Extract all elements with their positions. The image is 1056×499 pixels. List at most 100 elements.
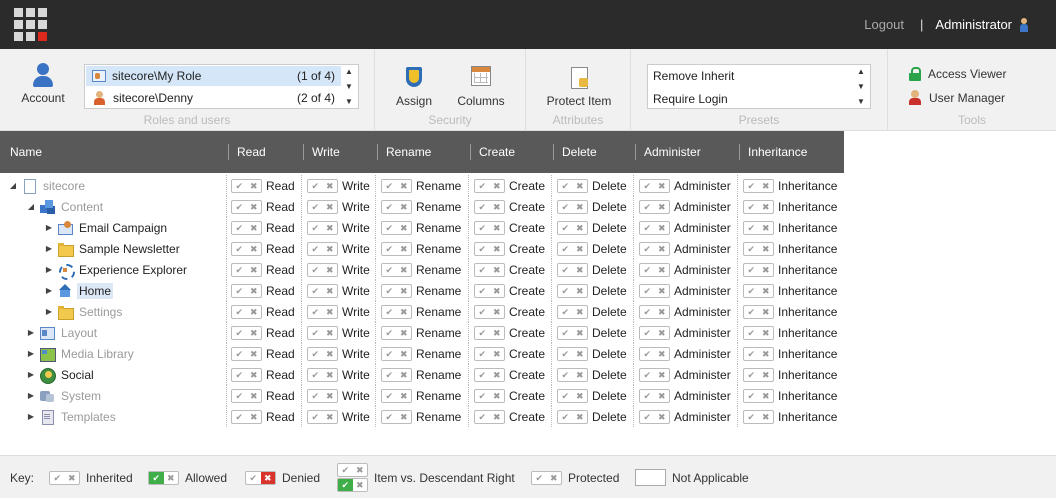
tree-node-label[interactable]: Sample Newsletter — [77, 241, 182, 257]
expand-arrow-icon[interactable]: ▶ — [26, 391, 36, 400]
allow-check-icon[interactable]: ✔ — [232, 348, 247, 360]
permission-toggle[interactable]: ✔ ✖ — [557, 220, 588, 235]
user-item[interactable]: sitecore\Denny (2 of 4) — [86, 88, 341, 108]
deny-cross-icon[interactable]: ✖ — [655, 327, 670, 339]
deny-cross-icon[interactable]: ✖ — [247, 243, 262, 255]
deny-cross-icon[interactable]: ✖ — [655, 180, 670, 192]
allow-check-icon[interactable]: ✔ — [744, 411, 759, 423]
deny-cross-icon[interactable]: ✖ — [247, 285, 262, 297]
allow-check-icon[interactable]: ✔ — [558, 285, 573, 297]
permission-toggle[interactable]: ✔ ✖ — [474, 325, 505, 340]
allow-check-icon[interactable]: ✔ — [640, 285, 655, 297]
permission-toggle[interactable]: ✔ ✖ — [557, 199, 588, 214]
allow-check-icon[interactable]: ✔ — [382, 180, 397, 192]
allow-check-icon[interactable]: ✔ — [308, 411, 323, 423]
allow-check-icon[interactable]: ✔ — [232, 243, 247, 255]
expand-arrow-icon[interactable]: ▶ — [44, 307, 54, 316]
permission-toggle[interactable]: ✔ ✖ — [557, 409, 588, 424]
permission-toggle[interactable]: ✔ ✖ — [639, 388, 670, 403]
permission-toggle[interactable]: ✔ ✖ — [743, 367, 774, 382]
permission-toggle[interactable]: ✔ ✖ — [231, 325, 262, 340]
deny-cross-icon[interactable]: ✖ — [490, 411, 505, 423]
deny-cross-icon[interactable]: ✖ — [490, 222, 505, 234]
permission-toggle[interactable]: ✔ ✖ — [639, 199, 670, 214]
presets-scroll[interactable]: ▲ ▼ ▼ — [852, 65, 870, 108]
permission-toggle[interactable]: ✔ ✖ — [231, 346, 262, 361]
presets-list[interactable]: Remove Inherit Require Login ▲ ▼ ▼ — [647, 64, 871, 109]
allow-check-icon[interactable]: ✔ — [558, 180, 573, 192]
header-write[interactable]: Write — [303, 144, 340, 160]
permission-toggle[interactable]: ✔ ✖ — [381, 262, 412, 277]
allow-check-icon[interactable]: ✔ — [744, 369, 759, 381]
permission-toggle[interactable]: ✔ ✖ — [743, 325, 774, 340]
permission-toggle[interactable]: ✔ ✖ — [743, 199, 774, 214]
allow-check-icon[interactable]: ✔ — [308, 264, 323, 276]
deny-cross-icon[interactable]: ✖ — [247, 348, 262, 360]
deny-cross-icon[interactable]: ✖ — [247, 306, 262, 318]
allow-check-icon[interactable]: ✔ — [640, 222, 655, 234]
allow-check-icon[interactable]: ✔ — [382, 243, 397, 255]
deny-cross-icon[interactable]: ✖ — [247, 390, 262, 402]
allow-check-icon[interactable]: ✔ — [475, 348, 490, 360]
permission-toggle[interactable]: ✔ ✖ — [474, 367, 505, 382]
deny-cross-icon[interactable]: ✖ — [247, 411, 262, 423]
allow-check-icon[interactable]: ✔ — [232, 264, 247, 276]
permission-toggle[interactable]: ✔ ✖ — [231, 262, 262, 277]
current-user[interactable]: Administrator — [935, 17, 1012, 32]
deny-cross-icon[interactable]: ✖ — [655, 306, 670, 318]
permission-toggle[interactable]: ✔ ✖ — [381, 178, 412, 193]
permission-toggle[interactable]: ✔ ✖ — [381, 325, 412, 340]
deny-cross-icon[interactable]: ✖ — [573, 285, 588, 297]
allow-check-icon[interactable]: ✔ — [558, 327, 573, 339]
deny-cross-icon[interactable]: ✖ — [655, 348, 670, 360]
allow-check-icon[interactable]: ✔ — [640, 306, 655, 318]
deny-cross-icon[interactable]: ✖ — [573, 222, 588, 234]
tree-node-label[interactable]: Experience Explorer — [77, 262, 189, 278]
permission-toggle[interactable]: ✔ ✖ — [743, 388, 774, 403]
header-name[interactable]: Name — [10, 131, 42, 173]
expand-arrow-icon[interactable]: ▶ — [44, 265, 54, 274]
permission-toggle[interactable]: ✔ ✖ — [639, 262, 670, 277]
deny-cross-icon[interactable]: ✖ — [397, 264, 412, 276]
scroll-up-icon[interactable]: ▲ — [345, 67, 353, 76]
tree-node-label[interactable]: Content — [59, 199, 105, 215]
allow-check-icon[interactable]: ✔ — [232, 180, 247, 192]
deny-cross-icon[interactable]: ✖ — [247, 264, 262, 276]
deny-cross-icon[interactable]: ✖ — [490, 243, 505, 255]
allow-check-icon[interactable]: ✔ — [558, 369, 573, 381]
tree-node-label[interactable]: Settings — [77, 304, 124, 320]
allow-check-icon[interactable]: ✔ — [308, 201, 323, 213]
allow-check-icon[interactable]: ✔ — [232, 369, 247, 381]
deny-cross-icon[interactable]: ✖ — [397, 390, 412, 402]
allow-check-icon[interactable]: ✔ — [232, 327, 247, 339]
allow-check-icon[interactable]: ✔ — [475, 201, 490, 213]
tree-node-label[interactable]: Home — [77, 282, 114, 299]
header-create[interactable]: Create — [470, 144, 515, 160]
deny-cross-icon[interactable]: ✖ — [490, 369, 505, 381]
deny-cross-icon[interactable]: ✖ — [247, 222, 262, 234]
permission-toggle[interactable]: ✔ ✖ — [743, 346, 774, 361]
deny-cross-icon[interactable]: ✖ — [573, 348, 588, 360]
deny-cross-icon[interactable]: ✖ — [323, 243, 338, 255]
permission-toggle[interactable]: ✔ ✖ — [639, 325, 670, 340]
allow-check-icon[interactable]: ✔ — [558, 348, 573, 360]
allow-check-icon[interactable]: ✔ — [475, 222, 490, 234]
permission-toggle[interactable]: ✔ ✖ — [307, 199, 338, 214]
permission-toggle[interactable]: ✔ ✖ — [557, 241, 588, 256]
deny-cross-icon[interactable]: ✖ — [759, 306, 774, 318]
deny-cross-icon[interactable]: ✖ — [573, 306, 588, 318]
permission-toggle[interactable]: ✔ ✖ — [307, 283, 338, 298]
deny-cross-icon[interactable]: ✖ — [759, 243, 774, 255]
allow-check-icon[interactable]: ✔ — [382, 390, 397, 402]
deny-cross-icon[interactable]: ✖ — [490, 264, 505, 276]
deny-cross-icon[interactable]: ✖ — [655, 243, 670, 255]
deny-cross-icon[interactable]: ✖ — [655, 201, 670, 213]
permission-toggle[interactable]: ✔ ✖ — [639, 304, 670, 319]
permission-toggle[interactable]: ✔ ✖ — [381, 220, 412, 235]
allow-check-icon[interactable]: ✔ — [558, 264, 573, 276]
allow-check-icon[interactable]: ✔ — [232, 411, 247, 423]
permission-toggle[interactable]: ✔ ✖ — [231, 283, 262, 298]
tree-node-label[interactable]: Media Library — [59, 346, 136, 362]
allow-check-icon[interactable]: ✔ — [744, 306, 759, 318]
deny-cross-icon[interactable]: ✖ — [397, 243, 412, 255]
